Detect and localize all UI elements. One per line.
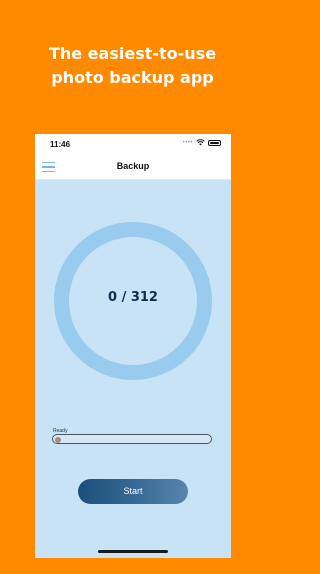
home-indicator (98, 550, 168, 553)
backup-counter: 0 / 312 (108, 290, 158, 305)
headline-line-1: The easiest-to-use (48, 44, 217, 63)
progress-bar (52, 434, 212, 444)
status-time: 11:46 (50, 140, 71, 149)
wifi-icon (196, 139, 205, 146)
battery-icon (208, 139, 221, 146)
phone-screen: 11:46 •••• Backup 0 / 312 Ready Start (35, 134, 231, 558)
headline-line-2: photo backup app (51, 68, 214, 87)
marketing-headline: The easiest-to-use photo backup app (0, 42, 265, 90)
nav-title: Backup (116, 161, 150, 171)
status-icons: •••• (183, 139, 221, 146)
status-bar: 11:46 •••• (35, 134, 231, 154)
signal-dots-icon: •••• (182, 139, 193, 146)
start-button[interactable]: Start (78, 479, 188, 504)
progress-indicator (55, 436, 61, 443)
nav-bar: Backup (35, 154, 231, 180)
